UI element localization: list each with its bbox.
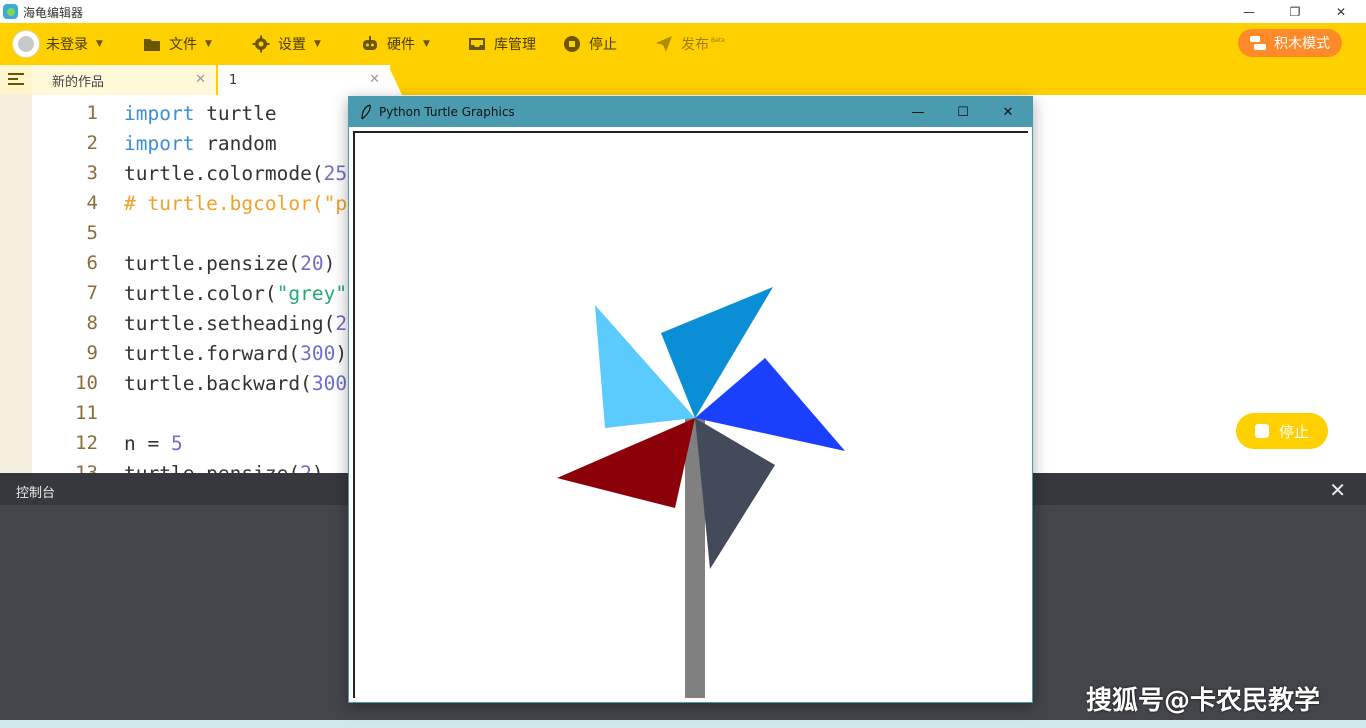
tab-1[interactable]: 1 ✕ [218,65,390,95]
line-number: 4 [86,192,98,214]
publish-label: 发布 [681,37,709,53]
code-line: n = 5 [124,432,183,455]
tab-label: 1 [229,72,238,88]
tab-strip: 新的作品 ✕ 1 ✕ [0,65,1366,95]
login-menu[interactable]: 未登录 ▼ [12,23,103,65]
code-line: turtle.color("grey" [124,282,348,305]
close-icon[interactable]: ✕ [369,72,380,87]
status-strip [0,720,1366,728]
code-line: turtle.pensize(2) [124,462,324,473]
stop-icon [563,35,581,53]
line-number: 2 [86,132,98,154]
file-menu[interactable]: 文件 ▼ [143,23,212,65]
menu-icon [8,71,24,90]
restore-button[interactable]: ❐ [1272,0,1318,23]
stop-button[interactable]: 停止 [563,23,617,65]
line-number: 11 [75,402,98,424]
avatar [12,30,40,58]
sidebar-toggle-button[interactable] [0,65,32,95]
code-line: import random [124,132,277,155]
blocks-icon [1250,36,1266,50]
turtle-minimize-button[interactable]: — [896,97,940,127]
tab-corner [388,65,402,95]
code-line: turtle.setheading(2 [124,312,348,335]
turtle-maximize-button[interactable]: ☐ [941,97,985,127]
turtle-close-button[interactable]: ✕ [986,97,1030,127]
code-line: turtle.pensize(20) [124,252,336,275]
chevron-down-icon: ▼ [96,39,103,49]
watermark: 搜狐号@卡农民教学 [1086,686,1321,716]
minimize-button[interactable]: — [1226,0,1272,23]
main-toolbar: 未登录 ▼ 文件 ▼ 设置 ▼ 硬件 ▼ 库管理 停止 发布 Beta 积木模式 [0,23,1366,65]
turtle-window-title: Python Turtle Graphics [379,105,515,119]
login-label: 未登录 [46,37,88,53]
console-title: 控制台 [16,486,56,501]
block-mode-label: 积木模式 [1274,36,1330,52]
console-close-button[interactable]: ✕ [1329,478,1346,502]
line-number: 12 [75,432,98,454]
gear-icon [252,35,270,53]
line-number: 3 [86,162,98,184]
line-number: 1 [86,102,98,124]
turtle-canvas[interactable] [353,131,1028,698]
turtle-title-bar[interactable]: Python Turtle Graphics — ☐ ✕ [349,97,1032,127]
publish-button[interactable]: 发布 Beta [655,23,725,65]
code-line: # turtle.bgcolor("p [124,192,348,215]
line-number: 7 [86,282,98,304]
folder-icon [143,35,161,53]
pinwheel-blade [557,418,695,508]
app-title: 海龟编辑器 [23,6,84,20]
settings-menu[interactable]: 设置 ▼ [252,23,321,65]
inbox-icon [468,35,486,53]
line-number: 10 [75,372,98,394]
line-number: 6 [86,252,98,274]
editor-side-margin [0,95,32,473]
pinwheel-blade [695,418,775,569]
robot-icon [361,35,379,53]
code-line: turtle.forward(300) [124,342,348,365]
line-number-gutter: 1 2 3 4 5 6 7 8 9 10 11 12 13 [32,95,112,473]
chevron-down-icon: ▼ [314,39,321,49]
line-number: 8 [86,312,98,334]
line-number: 9 [86,342,98,364]
settings-label: 设置 [278,37,306,53]
hardware-label: 硬件 [387,37,415,53]
library-label: 库管理 [494,37,536,53]
code-line: import turtle [124,102,277,125]
chevron-down-icon: ▼ [205,39,212,49]
floating-stop-button[interactable]: 停止 [1236,413,1328,449]
line-number: 5 [86,222,98,244]
line-number: 13 [75,462,98,473]
feather-icon [361,104,371,120]
title-bar: 海龟编辑器 — ❐ ✕ [0,0,1366,23]
pinwheel-drawing [557,287,845,698]
beta-badge: Beta [711,37,725,44]
close-icon[interactable]: ✕ [195,72,206,87]
tab-new-work[interactable]: 新的作品 ✕ [32,65,216,95]
hardware-menu[interactable]: 硬件 ▼ [361,23,430,65]
chevron-down-icon: ▼ [423,39,430,49]
tab-label: 新的作品 [52,74,105,90]
file-label: 文件 [169,37,197,53]
floating-stop-label: 停止 [1278,422,1309,441]
stop-icon [1254,424,1269,438]
block-mode-button[interactable]: 积木模式 [1238,29,1342,57]
app-logo-icon [3,4,18,19]
code-line: turtle.colormode(25 [124,162,348,185]
stop-label: 停止 [589,37,617,53]
code-line: turtle.backward(300 [124,372,348,395]
library-button[interactable]: 库管理 [468,23,536,65]
send-icon [655,35,673,53]
turtle-graphics-window: Python Turtle Graphics — ☐ ✕ [348,96,1033,703]
close-button[interactable]: ✕ [1318,0,1364,23]
